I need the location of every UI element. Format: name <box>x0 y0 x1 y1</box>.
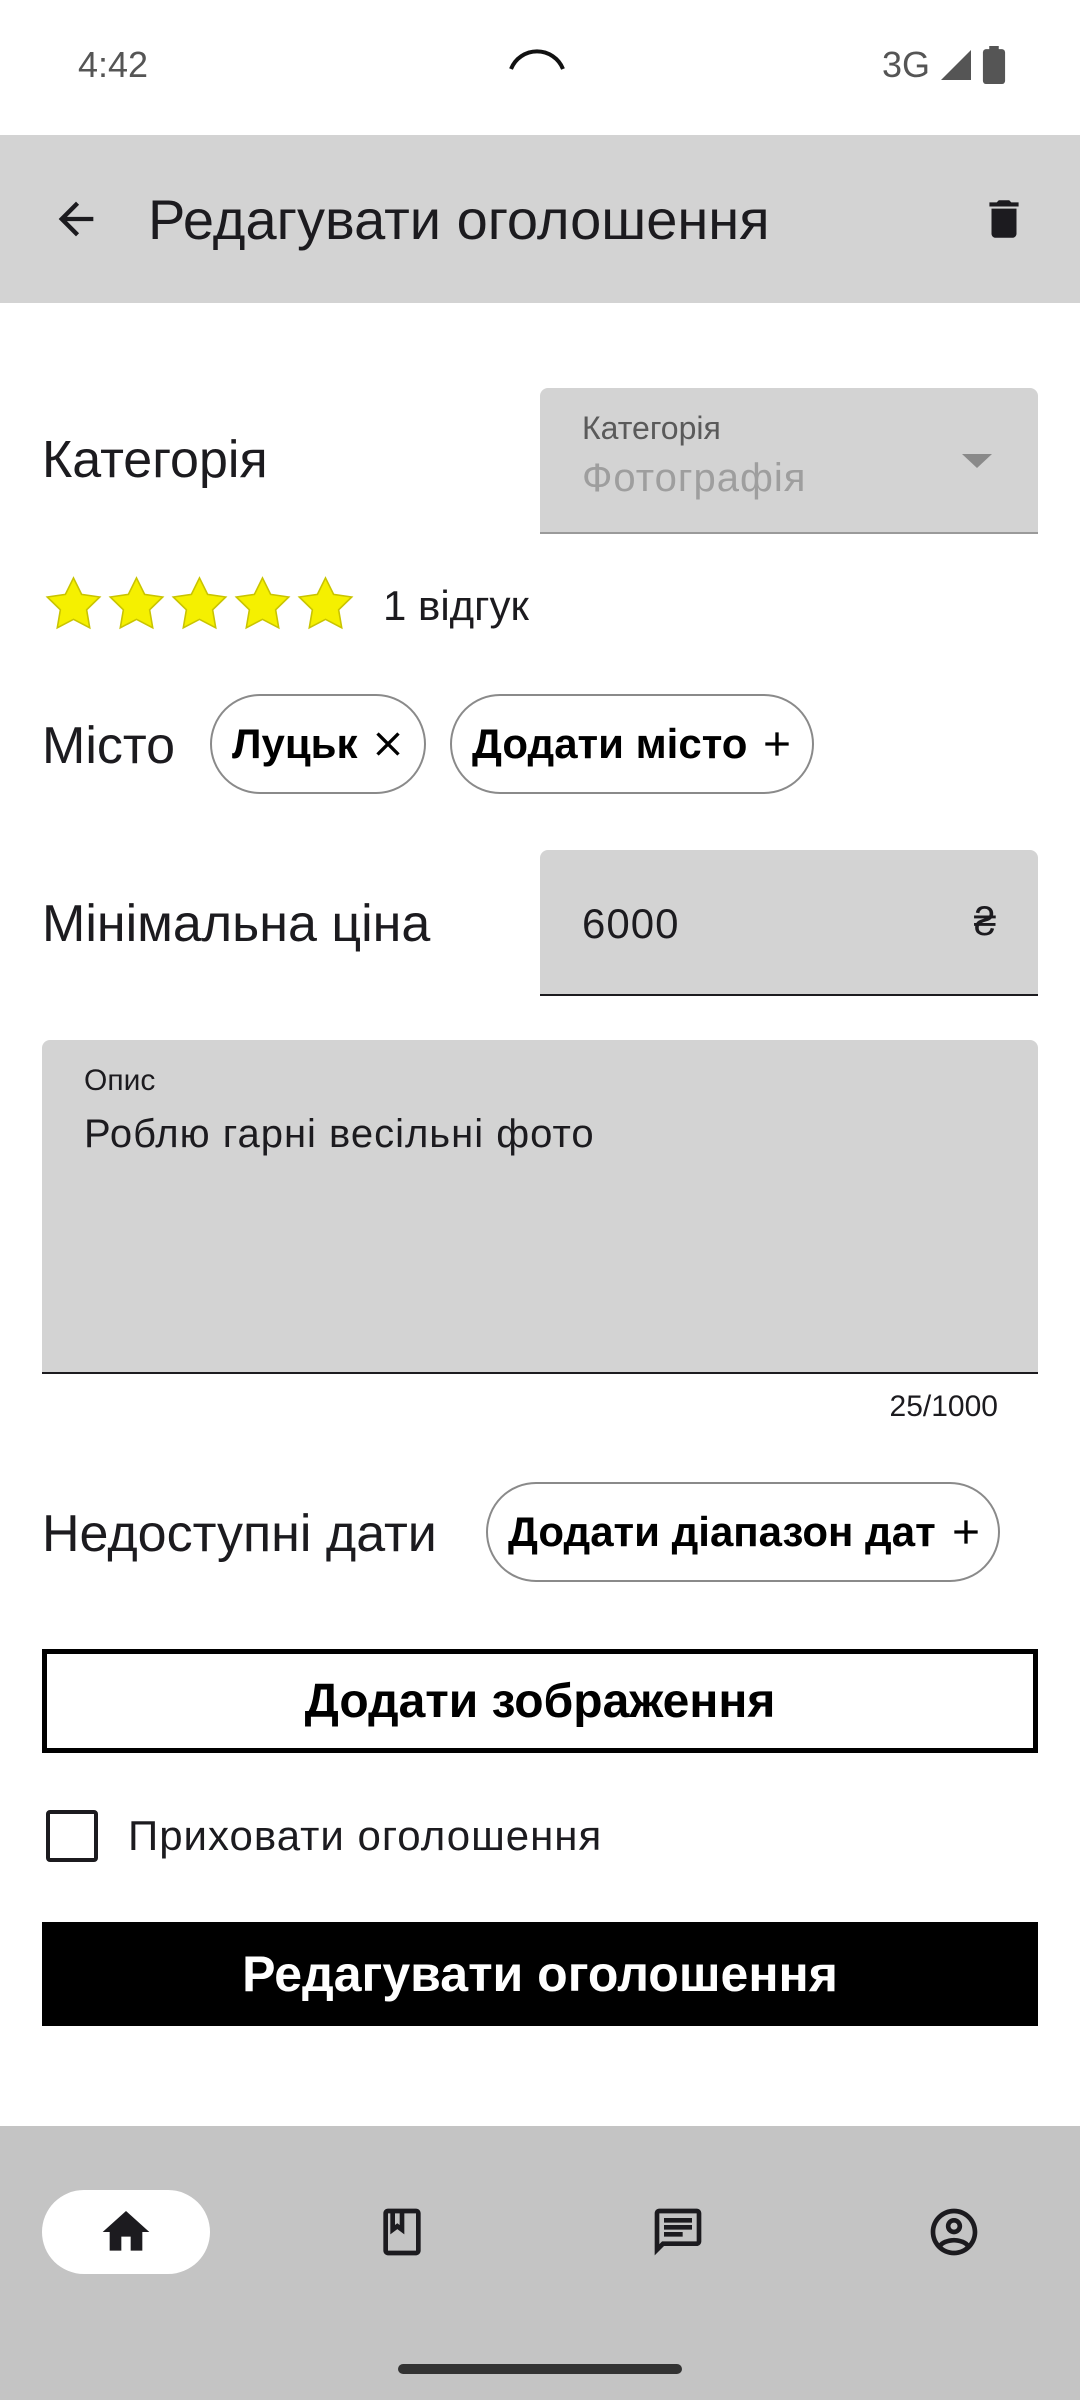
city-label: Місто <box>42 717 176 775</box>
add-date-range-label: Додати діапазон дат <box>508 1508 936 1555</box>
add-city-button[interactable]: Додати місто <box>450 694 814 794</box>
bottom-navigation <box>0 2126 1080 2400</box>
battery-icon <box>982 46 1006 84</box>
min-price-label: Мінімальна ціна <box>42 895 431 953</box>
dropdown-arrow-icon <box>962 454 992 468</box>
add-city-label: Додати місто <box>472 720 748 767</box>
star-icon <box>297 576 354 630</box>
nav-saved[interactable] <box>318 2190 486 2274</box>
city-chip[interactable]: Луцьк <box>210 694 426 794</box>
city-chip-label: Луцьк <box>232 720 358 767</box>
nav-home[interactable] <box>42 2190 210 2274</box>
star-icon <box>45 576 102 630</box>
description-input[interactable]: Опис Роблю гарні весільні фото <box>42 1040 1038 1374</box>
status-icons: 3G <box>882 44 1006 86</box>
category-label: Категорія <box>42 431 268 489</box>
app-bar: Редагувати оголошення <box>0 135 1080 303</box>
currency-suffix: ₴ <box>973 900 996 944</box>
rating: 1 відгук <box>42 574 529 637</box>
gesture-home-indicator[interactable] <box>398 2364 682 2374</box>
network-type: 3G <box>881 44 930 85</box>
rating-stars <box>42 574 357 637</box>
edit-listing-screen: 4:42 3G Редагувати оголошення Категорія … <box>0 0 1080 2400</box>
account-icon <box>930 2208 978 2256</box>
remove-city-button[interactable] <box>368 724 408 764</box>
close-icon <box>375 732 400 756</box>
back-button[interactable] <box>42 185 110 253</box>
plus-icon <box>757 724 797 764</box>
camera-cutout <box>509 49 565 70</box>
status-time: 4:42 <box>78 44 149 85</box>
description-value: Роблю гарні весільні фото <box>84 1112 595 1156</box>
submit-edit-button[interactable]: Редагувати оголошення <box>42 1922 1038 2026</box>
star-icon <box>171 576 228 630</box>
description-char-counter: 25/1000 <box>889 1390 998 1423</box>
min-price-value: 6000 <box>582 900 680 947</box>
arrow-back-icon <box>58 201 94 237</box>
category-value: Фотографія <box>582 456 807 500</box>
status-bar: 4:42 3G <box>0 0 1080 135</box>
signal-icon <box>941 50 971 80</box>
add-date-range-button[interactable]: Додати діапазон дат <box>486 1482 1000 1582</box>
hide-listing-checkbox[interactable] <box>46 1810 98 1862</box>
add-images-button[interactable]: Додати зображення <box>42 1649 1038 1753</box>
plus-icon <box>946 1512 986 1552</box>
star-icon <box>108 576 165 630</box>
nav-messages[interactable] <box>594 2190 762 2274</box>
category-field-label: Категорія <box>582 410 721 446</box>
delete-button[interactable] <box>970 185 1038 253</box>
reviews-count[interactable]: 1 відгук <box>383 582 529 630</box>
description-field-label: Опис <box>84 1064 156 1097</box>
messages-icon <box>654 2208 702 2256</box>
nav-profile[interactable] <box>870 2190 1038 2274</box>
unavailable-dates-label: Недоступні дати <box>42 1505 437 1563</box>
star-icon <box>234 576 291 630</box>
hide-listing-label: Приховати оголошення <box>128 1812 603 1859</box>
trash-icon <box>989 200 1019 238</box>
hide-listing-row[interactable]: Приховати оголошення <box>46 1810 602 1862</box>
home-icon <box>102 2211 150 2251</box>
bookmark-icon <box>383 2208 421 2256</box>
category-select[interactable]: Категорія Фотографія <box>540 388 1038 534</box>
min-price-input[interactable]: 6000 ₴ <box>540 850 1038 996</box>
page-title: Редагувати оголошення <box>148 188 770 251</box>
